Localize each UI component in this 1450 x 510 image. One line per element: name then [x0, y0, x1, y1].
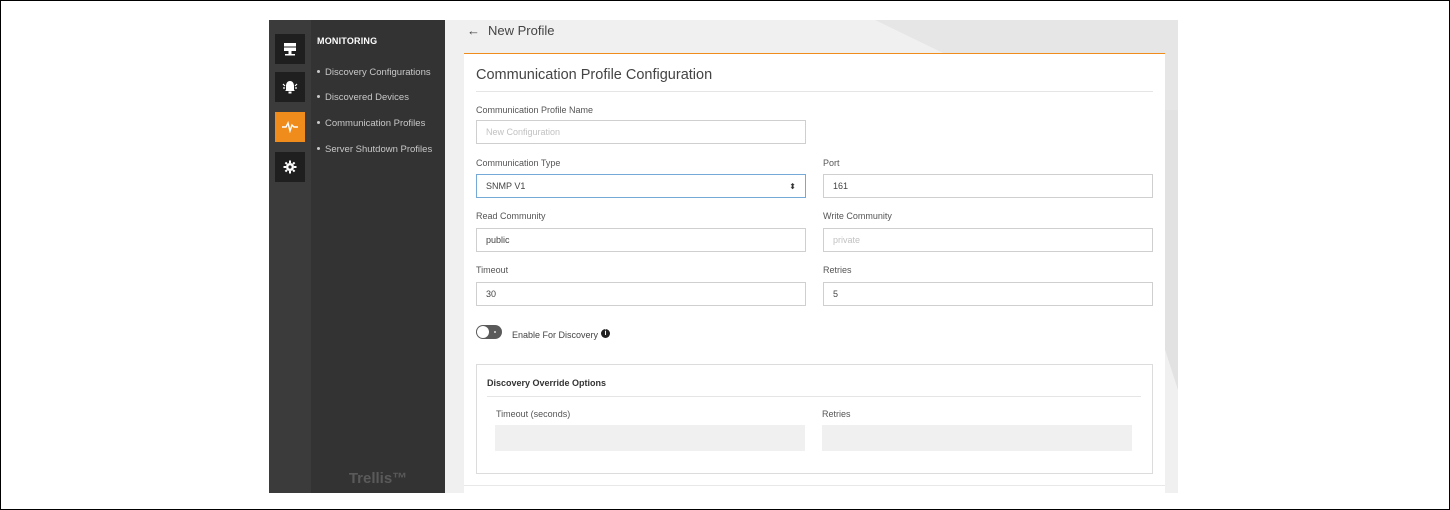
read-community-label: Read Community [476, 211, 546, 221]
sidebar-item-discovered-devices[interactable]: Discovered Devices [317, 92, 409, 103]
select-caret-icon: ⬍ [789, 181, 796, 191]
port-input[interactable]: 161 [823, 174, 1153, 198]
sidebar-item-server-shutdown-profiles[interactable]: Server Shutdown Profiles [317, 144, 432, 155]
page-title: New Profile [488, 23, 555, 38]
sidebar-item-label: Discovery Configurations [325, 67, 431, 78]
discovery-toggle-label: Enable For Discovery [512, 330, 599, 340]
retries-input[interactable]: 5 [823, 282, 1153, 306]
sidebar-section-title: MONITORING [317, 36, 378, 46]
server-icon[interactable] [275, 34, 305, 64]
sidebar-item-discovery-configurations[interactable]: Discovery Configurations [317, 67, 431, 78]
port-label: Port [823, 158, 840, 168]
override-timeout-input [495, 425, 805, 451]
sidebar: MONITORING Discovery Configurations Disc… [311, 20, 445, 493]
sidebar-item-label: Communication Profiles [325, 118, 426, 129]
brand-logo: Trellis™ [348, 470, 408, 487]
read-community-input[interactable]: public [476, 228, 806, 252]
divider [487, 396, 1141, 397]
divider [464, 485, 1165, 486]
communication-type-value: SNMP V1 [486, 181, 526, 191]
bullet-icon [317, 146, 320, 150]
pulse-icon[interactable] [275, 112, 305, 142]
sidebar-item-communication-profiles[interactable]: Communication Profiles [317, 118, 425, 129]
page-header: ← New Profile [467, 23, 554, 38]
retries-label: Retries [823, 265, 852, 275]
timeout-input[interactable]: 30 [476, 282, 806, 306]
communication-type-label: Communication Type [476, 158, 561, 168]
bullet-icon [317, 69, 320, 73]
override-retries-label: Retries [822, 409, 851, 419]
timeout-label: Timeout [476, 265, 509, 275]
gear-icon[interactable] [275, 152, 305, 182]
toggle-knob [477, 326, 489, 338]
write-community-label: Write Community [823, 211, 892, 221]
override-timeout-label: Timeout (seconds) [496, 409, 571, 419]
bullet-icon [317, 120, 320, 124]
sidebar-item-label: Discovered Devices [325, 92, 409, 103]
divider [476, 91, 1153, 92]
info-icon[interactable]: i [601, 329, 610, 338]
override-retries-input [822, 425, 1132, 451]
profile-name-label: Communication Profile Name [476, 105, 594, 115]
form-title: Communication Profile Configuration [476, 67, 713, 83]
profile-name-input[interactable]: New Configuration [476, 120, 806, 144]
sidebar-item-label: Server Shutdown Profiles [325, 144, 433, 155]
communication-type-select[interactable]: SNMP V1 ⬍ [476, 174, 806, 198]
toggle-dot [494, 331, 496, 333]
alarm-icon[interactable] [275, 72, 305, 102]
discovery-toggle[interactable] [476, 325, 502, 339]
icon-rail [269, 20, 311, 493]
bullet-icon [317, 94, 320, 98]
write-community-input[interactable]: private [823, 228, 1153, 252]
back-arrow-icon[interactable]: ← [467, 23, 480, 38]
override-title: Discovery Override Options [487, 378, 607, 388]
